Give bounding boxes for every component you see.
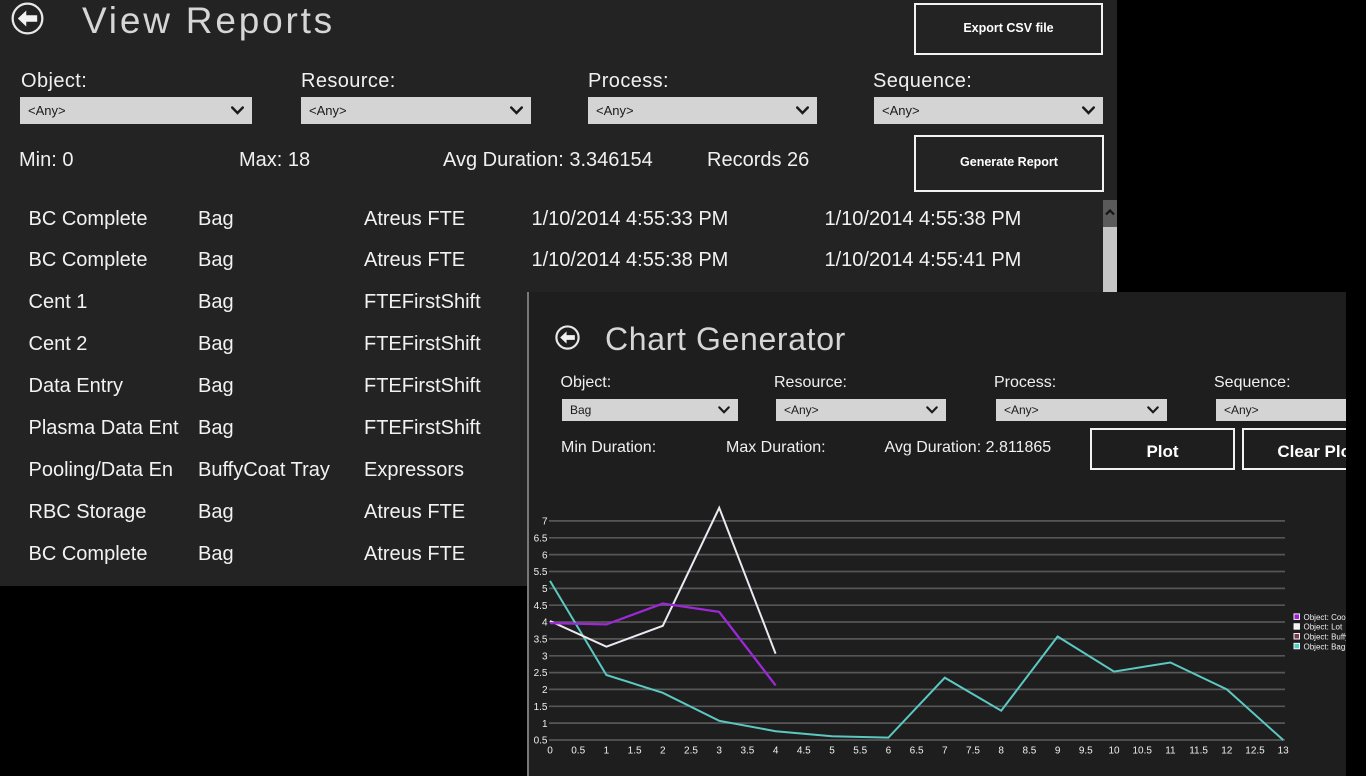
svg-text:3.5: 3.5 — [534, 635, 548, 646]
svg-text:9.5: 9.5 — [1079, 746, 1093, 757]
svg-text:4.5: 4.5 — [797, 746, 811, 757]
svg-text:0.5: 0.5 — [534, 736, 548, 747]
svg-text:8: 8 — [998, 746, 1004, 757]
svg-text:3: 3 — [716, 746, 722, 757]
svg-text:1.5: 1.5 — [628, 746, 642, 757]
svg-text:8.5: 8.5 — [1022, 746, 1036, 757]
svg-text:7: 7 — [942, 746, 948, 757]
svg-text:5: 5 — [542, 584, 548, 595]
svg-text:4.5: 4.5 — [534, 601, 548, 612]
svg-text:1.5: 1.5 — [534, 702, 548, 713]
svg-text:7: 7 — [542, 517, 548, 528]
svg-text:0.5: 0.5 — [571, 746, 585, 757]
svg-text:Object: Bag: Object: Bag — [1304, 642, 1346, 651]
svg-text:10.5: 10.5 — [1132, 746, 1152, 757]
svg-text:6: 6 — [886, 746, 892, 757]
svg-text:6: 6 — [542, 550, 548, 561]
svg-text:Object: Lot: Object: Lot — [1304, 623, 1343, 632]
svg-text:10: 10 — [1108, 746, 1120, 757]
svg-text:0: 0 — [547, 746, 553, 757]
svg-text:13: 13 — [1278, 746, 1290, 757]
svg-text:Object: Cooler Ca: Object: Cooler Ca — [1304, 613, 1347, 622]
svg-text:5.5: 5.5 — [534, 567, 548, 578]
svg-text:6.5: 6.5 — [910, 746, 924, 757]
svg-text:2: 2 — [542, 685, 548, 696]
svg-text:2.5: 2.5 — [534, 668, 548, 679]
svg-text:5: 5 — [829, 746, 835, 757]
svg-text:7.5: 7.5 — [966, 746, 980, 757]
svg-text:11: 11 — [1165, 746, 1176, 757]
svg-text:2.5: 2.5 — [684, 746, 698, 757]
svg-text:5.5: 5.5 — [853, 746, 867, 757]
svg-text:12: 12 — [1221, 746, 1233, 757]
svg-text:1: 1 — [542, 719, 548, 730]
svg-text:1: 1 — [604, 746, 610, 757]
svg-text:11.5: 11.5 — [1189, 746, 1208, 757]
svg-text:4: 4 — [542, 618, 548, 629]
svg-text:3.5: 3.5 — [740, 746, 754, 757]
svg-text:4: 4 — [773, 746, 779, 757]
svg-text:3: 3 — [542, 651, 548, 662]
svg-text:6.5: 6.5 — [534, 533, 548, 544]
svg-text:12.5: 12.5 — [1245, 746, 1265, 757]
svg-text:Object: BuffyCoat: Object: BuffyCoat — [1304, 633, 1347, 642]
svg-text:2: 2 — [660, 746, 666, 757]
svg-text:9: 9 — [1055, 746, 1061, 757]
